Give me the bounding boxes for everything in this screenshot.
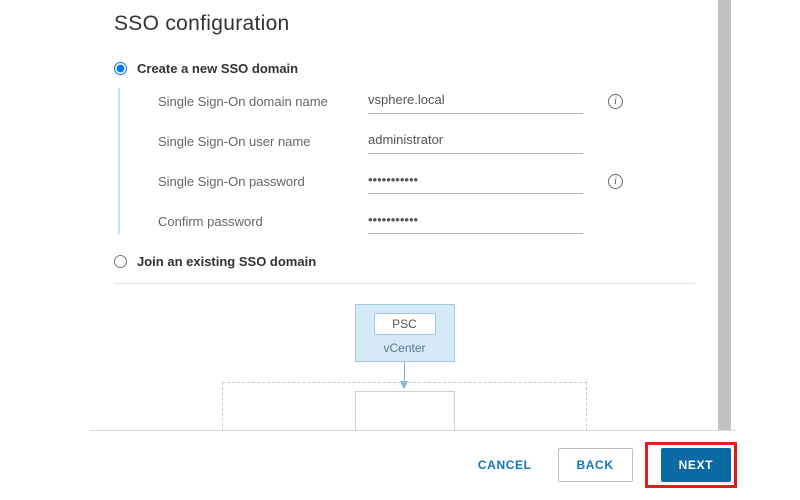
option-create-label: Create a new SSO domain: [137, 61, 298, 76]
next-button[interactable]: NEXT: [661, 448, 731, 482]
row-domain-name: Single Sign-On domain name i: [158, 88, 695, 114]
deployment-placeholder: [222, 382, 587, 430]
new-node-placeholder: [355, 391, 455, 430]
input-user-name[interactable]: [368, 128, 583, 154]
next-button-highlight: NEXT: [645, 442, 737, 488]
label-user-name: Single Sign-On user name: [158, 134, 368, 149]
vcenter-node-label: vCenter: [356, 341, 454, 355]
radio-create-sso[interactable]: [114, 62, 127, 75]
footer-divider: [90, 430, 737, 431]
row-confirm-password: Confirm password: [158, 208, 695, 234]
back-button[interactable]: BACK: [558, 448, 633, 482]
config-panel: SSO configuration Create a new SSO domai…: [104, 0, 705, 430]
topology-diagram: PSC vCenter: [114, 304, 695, 430]
vcenter-node: PSC vCenter: [355, 304, 455, 362]
wizard-button-bar: CANCEL BACK NEXT: [460, 442, 737, 488]
info-icon[interactable]: i: [608, 94, 623, 109]
radio-join-sso[interactable]: [114, 255, 127, 268]
label-domain-name: Single Sign-On domain name: [158, 94, 368, 109]
option-join-label: Join an existing SSO domain: [137, 254, 316, 269]
info-icon[interactable]: i: [608, 174, 623, 189]
label-confirm-password: Confirm password: [158, 214, 368, 229]
input-confirm-password[interactable]: [368, 208, 583, 234]
option-create-sso[interactable]: Create a new SSO domain: [114, 61, 695, 76]
row-user-name: Single Sign-On user name: [158, 128, 695, 154]
cancel-button[interactable]: CANCEL: [460, 448, 550, 482]
label-password: Single Sign-On password: [158, 174, 368, 189]
psc-node-label: PSC: [374, 313, 436, 335]
row-password: Single Sign-On password i: [158, 168, 695, 194]
section-divider: [114, 283, 695, 284]
input-domain-name[interactable]: [368, 88, 583, 114]
option-join-sso[interactable]: Join an existing SSO domain: [114, 254, 695, 269]
create-sso-form: Single Sign-On domain name i Single Sign…: [118, 88, 695, 234]
page-title: SSO configuration: [114, 12, 695, 36]
input-password[interactable]: [368, 168, 583, 194]
vertical-scrollbar[interactable]: [718, 0, 731, 430]
